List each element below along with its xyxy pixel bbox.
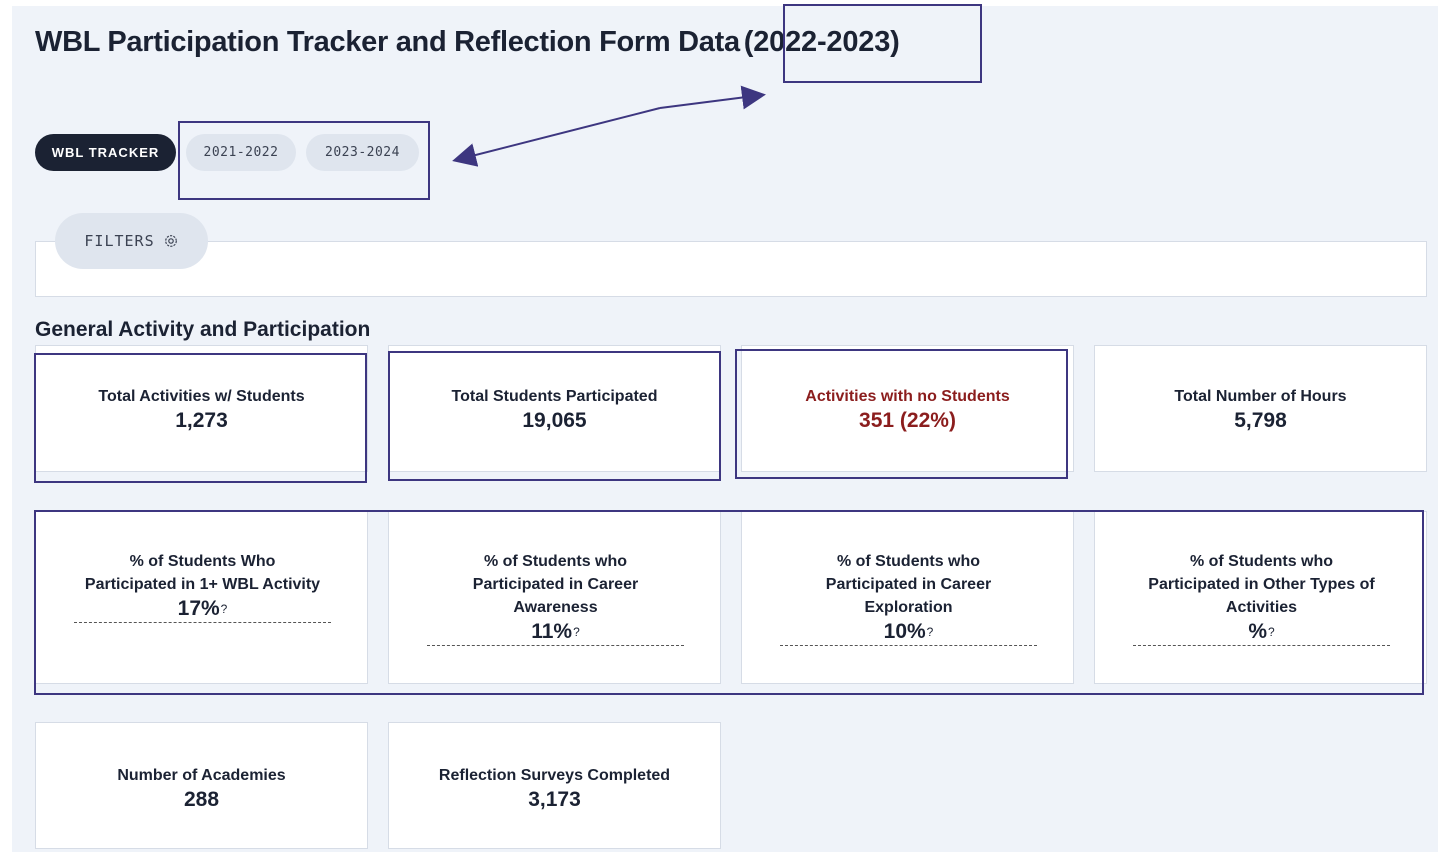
filters-label: FILTERS bbox=[84, 232, 155, 250]
pct-card-other-activities: % of Students who Participated in Other … bbox=[1094, 511, 1427, 684]
tab-2021-2022[interactable]: 2021-2022 bbox=[186, 134, 296, 171]
pct-card-wbl-activity: % of Students Who Participated in 1+ WBL… bbox=[35, 511, 368, 684]
help-icon: ? bbox=[926, 625, 934, 639]
pct-value-tooltip-trigger[interactable]: %? bbox=[1133, 619, 1390, 646]
stat-card-reflection-surveys: Reflection Surveys Completed 3,173 bbox=[388, 722, 721, 849]
stat-value: 1,273 bbox=[175, 409, 228, 432]
stat-card-academies: Number of Academies 288 bbox=[35, 722, 368, 849]
help-icon: ? bbox=[573, 625, 580, 639]
stat-value: 19,065 bbox=[522, 409, 587, 432]
stat-label: Total Activities w/ Students bbox=[98, 388, 305, 405]
pct-value: 10% bbox=[883, 620, 926, 643]
gear-icon bbox=[164, 235, 177, 247]
filters-button[interactable]: FILTERS bbox=[55, 213, 208, 269]
pct-value: 11% bbox=[531, 620, 573, 643]
pct-card-career-awareness: % of Students who Participated in Career… bbox=[388, 511, 721, 684]
stat-label: Total Number of Hours bbox=[1174, 388, 1347, 405]
help-icon: ? bbox=[1268, 625, 1275, 639]
stat-value: 288 bbox=[183, 788, 220, 811]
pct-label-line: % of Students who bbox=[483, 553, 628, 570]
pct-label-line: Exploration bbox=[864, 599, 953, 616]
tab-2023-2024[interactable]: 2023-2024 bbox=[306, 134, 419, 171]
pct-value-tooltip-trigger[interactable]: 10%? bbox=[780, 619, 1037, 646]
pct-label-line: Activities bbox=[1225, 599, 1298, 616]
stat-card-no-students: Activities with no Students 351 (22%) bbox=[741, 345, 1074, 472]
pct-value-tooltip-trigger[interactable]: 17%? bbox=[74, 596, 331, 623]
filters-panel bbox=[35, 241, 1427, 297]
tab-wbl-tracker[interactable]: WBL TRACKER bbox=[35, 134, 176, 171]
stat-label: Total Students Participated bbox=[451, 388, 658, 405]
pct-label-line: Awareness bbox=[513, 599, 598, 616]
stat-label: Activities with no Students bbox=[805, 388, 1010, 405]
pct-card-career-exploration: % of Students who Participated in Career… bbox=[741, 511, 1074, 684]
stat-value: 351 (22%) bbox=[859, 409, 956, 432]
page-title-text: WBL Participation Tracker and Reflection… bbox=[35, 25, 740, 58]
stat-card-total-activities: Total Activities w/ Students 1,273 bbox=[35, 345, 368, 472]
stat-card-total-hours: Total Number of Hours 5,798 bbox=[1094, 345, 1427, 472]
pct-label-line: % of Students Who bbox=[129, 553, 276, 570]
stat-label: Reflection Surveys Completed bbox=[438, 767, 671, 784]
stat-card-total-students: Total Students Participated 19,065 bbox=[388, 345, 721, 472]
pct-label-line: % of Students who bbox=[836, 553, 981, 570]
pct-value: % bbox=[1248, 620, 1267, 643]
stat-label: Number of Academies bbox=[117, 767, 286, 784]
section-title: General Activity and Participation bbox=[35, 318, 371, 341]
pct-value-tooltip-trigger[interactable]: 11%? bbox=[427, 619, 684, 646]
help-icon: ? bbox=[220, 602, 228, 616]
pct-label-line: Participated in Career bbox=[472, 576, 639, 593]
page-title-year: (2022-2023) bbox=[743, 25, 900, 58]
pct-label-line: % of Students who bbox=[1189, 553, 1334, 570]
pct-value: 17% bbox=[177, 597, 220, 620]
stat-value: 3,173 bbox=[528, 788, 581, 811]
page-title: WBL Participation Tracker and Reflection… bbox=[35, 20, 900, 64]
pct-label-line: Participated in Other Types of bbox=[1148, 576, 1375, 593]
pct-label-line: Participated in 1+ WBL Activity bbox=[84, 576, 321, 593]
pct-label-line: Participated in Career bbox=[825, 576, 992, 593]
stat-value: 5,798 bbox=[1234, 409, 1287, 432]
